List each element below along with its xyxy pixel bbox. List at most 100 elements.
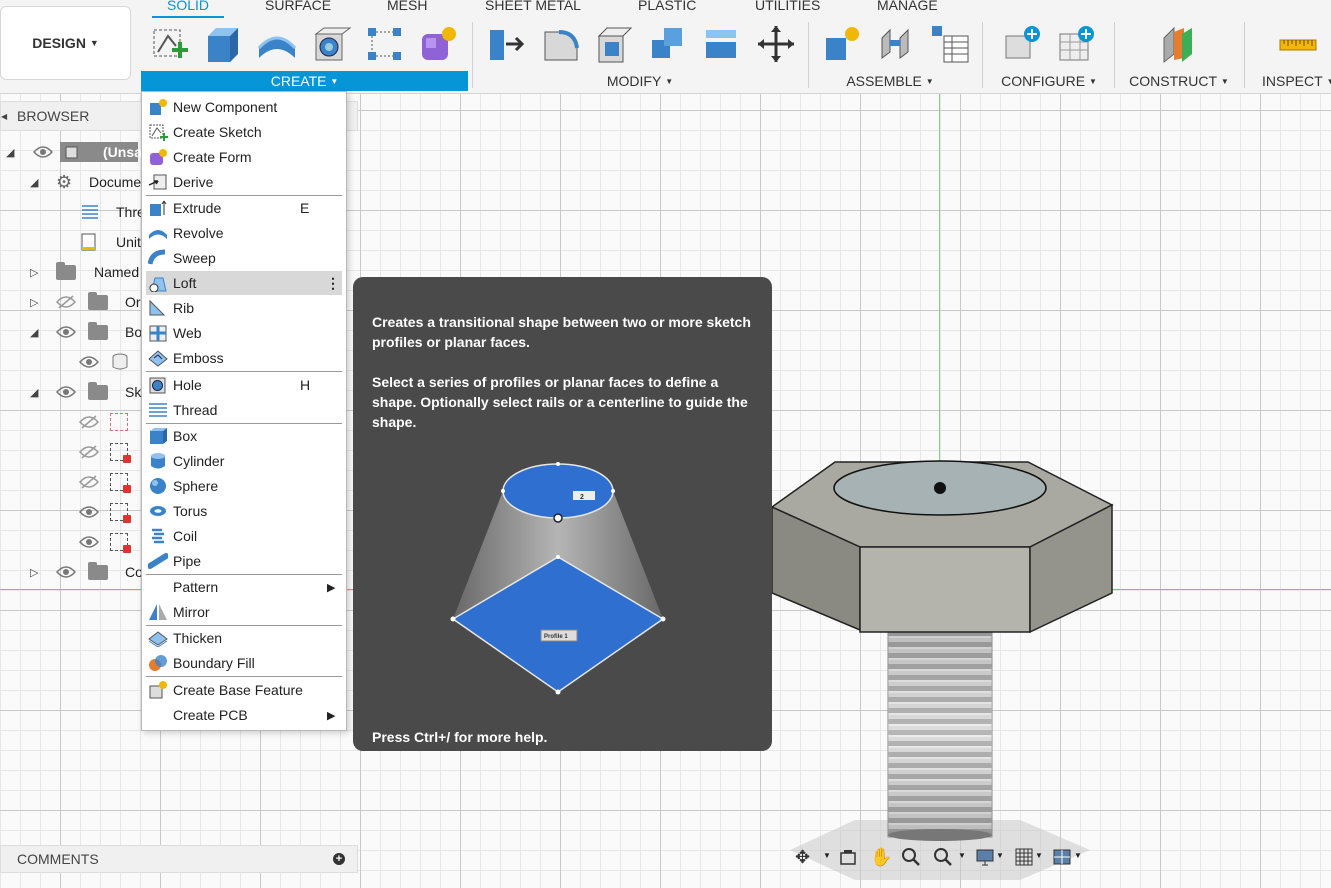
comments-panel[interactable]: COMMENTS + (0, 845, 358, 873)
more-options-icon[interactable]: ⋮ (326, 275, 340, 292)
hole-tool-icon[interactable] (312, 24, 352, 64)
tab-sheet-metal[interactable]: SHEET METAL (485, 0, 581, 13)
tree-row-bodies[interactable]: ◢ Bo (0, 319, 142, 345)
menu-item-new-component[interactable]: New Component (146, 95, 342, 119)
eye-icon[interactable] (56, 565, 76, 579)
menu-item-rib[interactable]: Rib (146, 296, 342, 320)
tree-row-origin[interactable]: ▷ Or (0, 289, 141, 315)
tree-row-sketches[interactable]: ◢ Sk (0, 379, 141, 405)
menu-item-pipe[interactable]: Pipe (146, 549, 342, 573)
dropdown-arrow-icon[interactable]: ▼ (823, 851, 831, 860)
combine-tool-icon[interactable] (648, 24, 688, 64)
eye-icon[interactable] (79, 535, 99, 549)
tab-solid[interactable]: SOLID (167, 0, 209, 13)
assemble-group-button[interactable]: ASSEMBLE ▼ (810, 71, 970, 91)
create-sketch-tool-icon[interactable] (150, 24, 190, 64)
tree-row-root[interactable]: ◢ (Unsa (0, 139, 142, 165)
dropdown-arrow-icon[interactable]: ▼ (996, 851, 1004, 860)
menu-item-create-pcb[interactable]: Create PCB ▶ (146, 703, 342, 727)
fillet-tool-icon[interactable] (541, 24, 581, 64)
menu-item-loft[interactable]: Loft ⋮ (146, 271, 342, 295)
modify-group-button[interactable]: MODIFY ▼ (480, 71, 800, 91)
zoom-icon[interactable] (901, 847, 921, 867)
eye-hidden-icon[interactable] (79, 475, 99, 489)
configure-table-tool-icon[interactable] (1056, 24, 1096, 64)
expand-icon[interactable]: ◢ (30, 176, 38, 189)
dropdown-arrow-icon[interactable]: ▼ (1074, 851, 1082, 860)
viewports-icon[interactable] (1052, 847, 1072, 867)
press-pull-tool-icon[interactable] (488, 24, 528, 64)
tree-row-document-settings[interactable]: ◢ ⚙ Docume (0, 169, 141, 195)
menu-item-sphere[interactable]: Sphere (146, 474, 342, 498)
tree-row-construction[interactable]: ▷ Co (0, 559, 143, 585)
pattern-tool-icon[interactable] (365, 24, 405, 64)
create-form-tool-icon[interactable] (418, 24, 458, 64)
tab-plastic[interactable]: PLASTIC (638, 0, 696, 13)
configure-group-button[interactable]: CONFIGURE ▼ (990, 71, 1108, 91)
tree-row-named-views[interactable]: ▷ Named (0, 259, 140, 285)
construct-group-button[interactable]: CONSTRUCT ▼ (1120, 71, 1238, 91)
extrude-tool-icon[interactable] (204, 24, 244, 64)
inspect-group-button[interactable]: INSPECT ▼ (1252, 71, 1331, 91)
menu-item-thicken[interactable]: Thicken (146, 626, 342, 650)
eye-hidden-icon[interactable] (56, 295, 76, 309)
tab-manage[interactable]: MANAGE (877, 0, 938, 13)
collapse-arrow-icon[interactable]: ◀ (1, 112, 7, 121)
eye-icon[interactable] (79, 355, 99, 369)
look-at-icon[interactable] (838, 847, 858, 867)
menu-item-web[interactable]: Web (146, 321, 342, 345)
menu-item-revolve[interactable]: Revolve (146, 221, 342, 245)
configure-tool-icon[interactable] (1002, 24, 1042, 64)
menu-item-hole[interactable]: Hole H (146, 373, 342, 397)
dropdown-arrow-icon[interactable]: ▼ (958, 851, 966, 860)
shell-tool-icon[interactable] (595, 24, 635, 64)
tree-row-units[interactable]: Unit (0, 229, 141, 255)
create-group-button[interactable]: CREATE ▼ (141, 71, 468, 91)
new-component-tool-icon[interactable] (822, 24, 862, 64)
expand-icon[interactable]: ▷ (30, 266, 38, 279)
menu-item-coil[interactable]: Coil (146, 524, 342, 548)
eye-hidden-icon[interactable] (79, 445, 99, 459)
menu-item-emboss[interactable]: Emboss (146, 346, 342, 370)
expand-icon[interactable]: ◢ (30, 326, 38, 339)
orbit-icon[interactable]: ✥ (795, 847, 815, 867)
design-workspace-button[interactable]: DESIGN ▼ (0, 6, 131, 80)
menu-item-create-base-feature[interactable]: Create Base Feature (146, 678, 342, 702)
menu-item-torus[interactable]: Torus (146, 499, 342, 523)
menu-item-extrude[interactable]: Extrude E (146, 196, 342, 220)
tab-mesh[interactable]: MESH (387, 0, 427, 13)
expand-icon[interactable]: ▷ (30, 296, 38, 309)
tab-utilities[interactable]: UTILITIES (755, 0, 820, 13)
tree-row-sketch[interactable] (0, 499, 140, 525)
tree-row-thread[interactable]: Thre (0, 199, 145, 225)
menu-item-boundary-fill[interactable]: Boundary Fill (146, 651, 342, 675)
tree-row-body[interactable] (0, 349, 140, 375)
tree-row-sketch[interactable] (0, 439, 140, 465)
menu-item-sweep[interactable]: Sweep (146, 246, 342, 270)
construct-plane-tool-icon[interactable] (1160, 24, 1200, 64)
offset-face-tool-icon[interactable] (702, 24, 742, 64)
eye-icon[interactable] (56, 385, 76, 399)
menu-item-mirror[interactable]: Mirror (146, 600, 342, 624)
bolt-model[interactable] (760, 455, 1120, 885)
bill-of-materials-tool-icon[interactable] (930, 24, 970, 64)
menu-item-thread[interactable]: Thread (146, 398, 342, 422)
eye-icon[interactable] (33, 145, 53, 159)
fit-icon[interactable] (933, 847, 953, 867)
menu-item-derive[interactable]: Derive (146, 170, 342, 194)
menu-item-create-form[interactable]: Create Form (146, 145, 342, 169)
expand-icon[interactable]: ◢ (30, 386, 38, 399)
menu-item-create-sketch[interactable]: Create Sketch (146, 120, 342, 144)
eye-icon[interactable] (56, 325, 76, 339)
move-tool-icon[interactable] (756, 24, 796, 64)
tree-row-sketch[interactable] (0, 409, 140, 435)
grid-settings-icon[interactable] (1014, 847, 1034, 867)
tab-surface[interactable]: SURFACE (265, 0, 331, 13)
menu-item-pattern[interactable]: Pattern ▶ (146, 575, 342, 599)
revolve-tool-icon[interactable] (257, 24, 297, 64)
display-settings-icon[interactable] (975, 847, 995, 867)
tree-row-sketch[interactable] (0, 529, 140, 555)
expand-icon[interactable]: ◢ (6, 146, 14, 159)
expand-icon[interactable]: ▷ (30, 566, 38, 579)
joint-tool-icon[interactable] (876, 24, 916, 64)
